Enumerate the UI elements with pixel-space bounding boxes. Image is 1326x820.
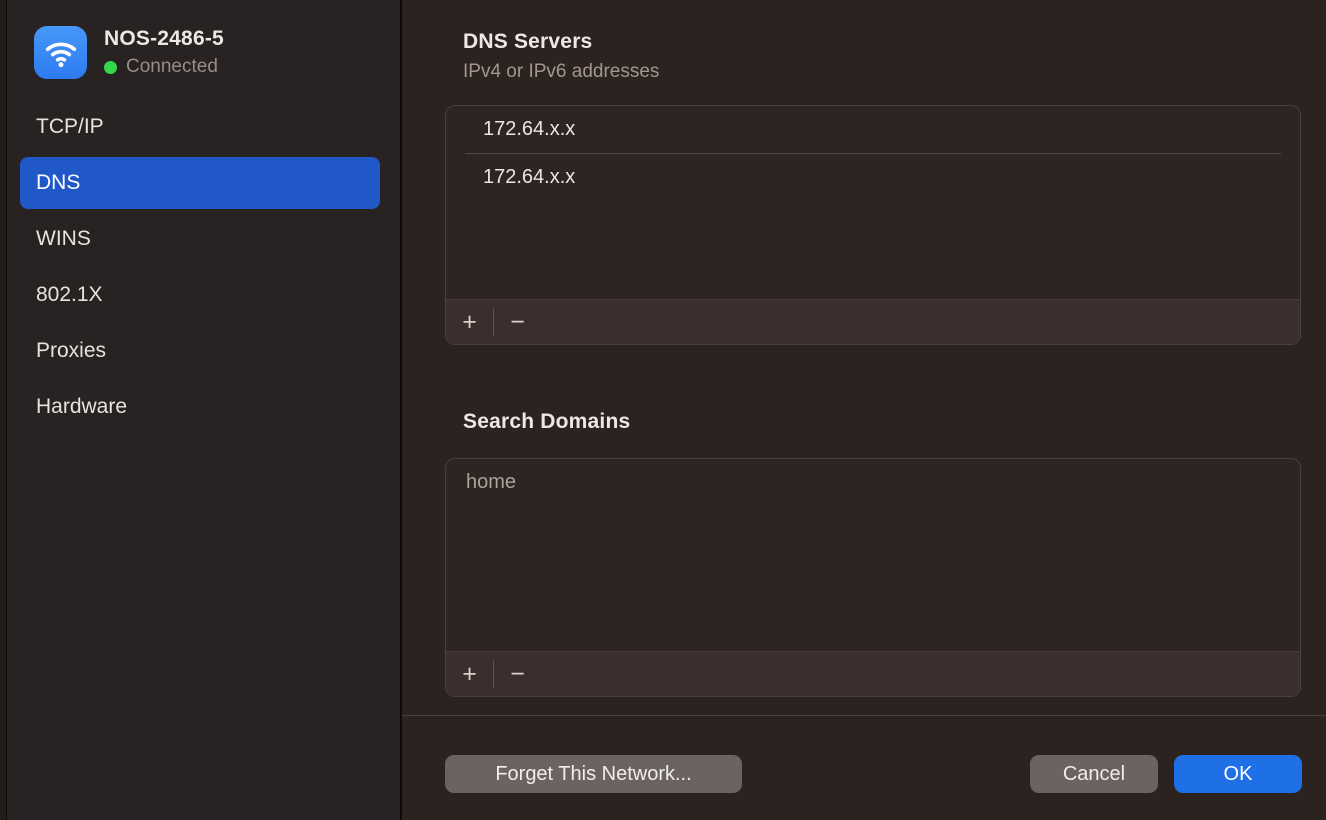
sidebar-nav: TCP/IP DNS WINS 802.1X Proxies Hardware: [0, 99, 400, 435]
footer-divider: [402, 715, 1326, 716]
dns-servers-subtitle: IPv4 or IPv6 addresses: [463, 61, 659, 83]
dns-servers-list: 172.64.x.x 172.64.x.x + −: [445, 105, 1301, 345]
dns-server-row[interactable]: 172.64.x.x: [446, 106, 1300, 153]
dns-server-row[interactable]: 172.64.x.x: [446, 154, 1300, 201]
remove-search-domain-button[interactable]: −: [494, 652, 541, 697]
sidebar-item-8021x[interactable]: 802.1X: [0, 267, 400, 323]
search-domain-row[interactable]: home: [446, 459, 1300, 506]
search-domains-title: Search Domains: [463, 410, 630, 434]
forget-network-button[interactable]: Forget This Network...: [445, 755, 742, 793]
dns-servers-title: DNS Servers: [463, 30, 592, 54]
dns-servers-toolbar: + −: [446, 299, 1300, 344]
search-domains-list: home + −: [445, 458, 1301, 697]
add-dns-server-button[interactable]: +: [446, 300, 493, 345]
wifi-icon: [34, 26, 87, 79]
minus-icon: −: [510, 652, 525, 697]
dns-pane: DNS Servers IPv4 or IPv6 addresses 172.6…: [402, 0, 1326, 820]
minus-icon: −: [510, 300, 525, 345]
network-header: NOS-2486-5 Connected: [0, 0, 400, 79]
network-details-window: NOS-2486-5 Connected TCP/IP DNS WINS 802…: [0, 0, 1326, 820]
status-label: Connected: [126, 56, 218, 78]
sidebar-item-hardware[interactable]: Hardware: [0, 379, 400, 435]
sidebar-item-dns[interactable]: DNS: [20, 157, 380, 209]
sidebar-item-proxies[interactable]: Proxies: [0, 323, 400, 379]
plus-icon: +: [462, 300, 477, 345]
cancel-button[interactable]: Cancel: [1030, 755, 1158, 793]
ok-button[interactable]: OK: [1174, 755, 1302, 793]
network-header-text: NOS-2486-5 Connected: [104, 27, 224, 78]
sidebar-item-tcpip[interactable]: TCP/IP: [0, 99, 400, 155]
plus-icon: +: [462, 652, 477, 697]
search-domains-toolbar: + −: [446, 651, 1300, 696]
sidebar: NOS-2486-5 Connected TCP/IP DNS WINS 802…: [0, 0, 402, 820]
connected-status-dot-icon: [104, 61, 117, 74]
add-search-domain-button[interactable]: +: [446, 652, 493, 697]
remove-dns-server-button[interactable]: −: [494, 300, 541, 345]
sidebar-item-wins[interactable]: WINS: [0, 211, 400, 267]
network-status: Connected: [104, 56, 224, 78]
network-name: NOS-2486-5: [104, 27, 224, 51]
